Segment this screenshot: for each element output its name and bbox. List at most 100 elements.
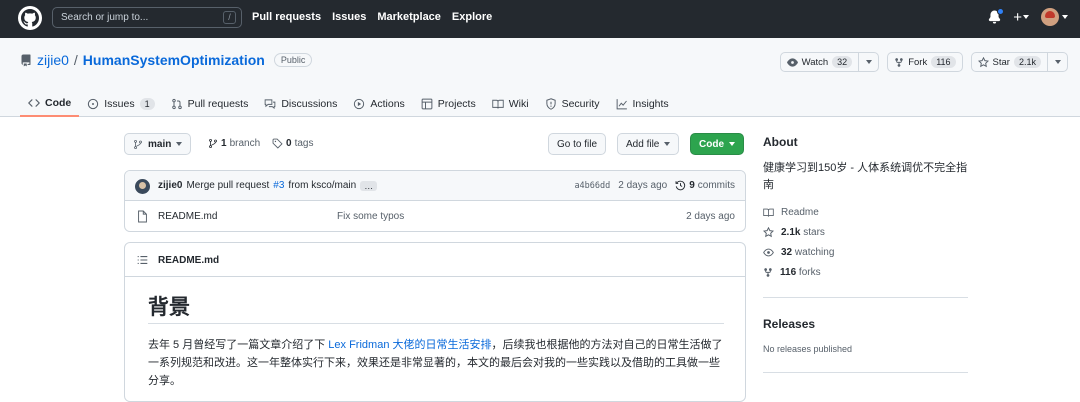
watching-count: 32 (781, 247, 793, 258)
list-icon[interactable] (137, 255, 148, 265)
search-shortcut-hint: / (223, 11, 236, 24)
user-menu[interactable] (1041, 8, 1068, 26)
code-button[interactable]: Code (690, 133, 744, 155)
chevron-down-icon (1023, 15, 1029, 19)
forks-link[interactable]: 116 forks (763, 266, 834, 279)
commit-author[interactable]: zijie0 (158, 180, 182, 191)
branches-link[interactable]: 1 branch (208, 138, 260, 149)
eye-icon (763, 247, 774, 258)
issue-icon (87, 98, 99, 110)
tab-label: Discussions (281, 97, 338, 110)
avatar[interactable] (135, 179, 150, 194)
forks-count: 116 (780, 267, 797, 278)
plus-icon: + (1013, 8, 1022, 26)
chevron-down-icon (729, 142, 735, 146)
repo-name-link[interactable]: HumanSystemOptimization (83, 52, 265, 68)
star-icon (763, 227, 774, 238)
tab-insights[interactable]: Insights (608, 90, 677, 117)
tab-pull-requests[interactable]: Pull requests (163, 90, 257, 117)
sidebar-divider (763, 372, 968, 373)
readme-label: Readme (781, 207, 819, 218)
search-input[interactable]: Search or jump to... / (52, 7, 242, 28)
tag-count: 0 (286, 138, 292, 149)
nav-explore[interactable]: Explore (452, 11, 492, 23)
file-list: zijie0 Merge pull request #3 from ksco/m… (124, 170, 746, 232)
add-file-button[interactable]: Add file (617, 133, 680, 155)
fork-icon (763, 267, 773, 278)
global-nav: Pull requests Issues Marketplace Explore (252, 11, 492, 23)
tab-count: 1 (139, 97, 155, 110)
tab-issues[interactable]: Issues 1 (79, 90, 162, 117)
tab-label: Pull requests (187, 97, 249, 110)
file-row[interactable]: README.md Fix some typos 2 days ago (125, 201, 745, 231)
history-icon (675, 180, 686, 191)
fork-icon (894, 57, 904, 68)
fork-button[interactable]: Fork 116 (887, 52, 963, 72)
watch-dropdown[interactable] (858, 52, 873, 72)
commit-message: zijie0 Merge pull request #3 from ksco/m… (158, 180, 378, 191)
github-logo-icon[interactable] (18, 6, 42, 30)
table-icon (421, 98, 433, 110)
commit-sha[interactable]: a4b66dd (574, 181, 610, 191)
chevron-down-icon (866, 60, 873, 64)
releases-heading[interactable]: Releases (763, 317, 815, 331)
repo-icon (20, 54, 32, 67)
repo-owner-link[interactable]: zijie0 (37, 52, 69, 68)
chevron-down-icon (176, 142, 183, 146)
graph-icon (616, 98, 628, 110)
unread-dot (997, 8, 1005, 15)
tab-wiki[interactable]: Wiki (484, 90, 537, 117)
readme-link[interactable]: Readme (763, 206, 834, 219)
forks-label: forks (798, 267, 821, 278)
file-commit-message[interactable]: Fix some typos (337, 211, 404, 222)
about-heading: About (763, 135, 798, 149)
chevron-down-icon (664, 142, 671, 146)
go-to-file-label: Go to file (557, 138, 598, 150)
nav-issues[interactable]: Issues (332, 11, 366, 23)
chevron-down-icon (1055, 60, 1061, 64)
star-button[interactable]: Star 2.1k (970, 52, 1068, 72)
commit-time: 2 days ago (618, 180, 668, 191)
go-to-file-button[interactable]: Go to file (548, 133, 607, 155)
code-button-label: Code (699, 138, 724, 150)
nav-pull-requests[interactable]: Pull requests (252, 11, 321, 23)
tab-discussions[interactable]: Discussions (256, 90, 345, 117)
tags-link[interactable]: 0 tags (272, 138, 313, 149)
watching-link[interactable]: 32 watching (763, 246, 834, 259)
star-label: Star (992, 56, 1010, 68)
branch-label: branch (229, 138, 261, 149)
notifications-bell-icon[interactable] (988, 8, 1005, 24)
commit-message-prefix[interactable]: Merge pull request (186, 180, 269, 191)
repo-title: zijie0 / HumanSystemOptimization Public (20, 52, 313, 68)
play-icon (353, 98, 365, 110)
tab-projects[interactable]: Projects (413, 90, 484, 117)
about-stats: Readme 2.1k stars 32 watching 116 forks (763, 206, 834, 279)
create-new-dropdown[interactable]: + (1013, 10, 1029, 25)
commit-pr-link[interactable]: #3 (273, 180, 284, 191)
stars-count: 2.1k (781, 227, 801, 238)
file-icon (137, 210, 148, 223)
file-name[interactable]: README.md (158, 211, 217, 222)
chevron-down-icon (1062, 15, 1068, 19)
star-dropdown[interactable] (1047, 52, 1061, 72)
tab-actions[interactable]: Actions (345, 90, 412, 117)
nav-marketplace[interactable]: Marketplace (377, 11, 441, 23)
readme-link[interactable]: Lex Fridman 大佬的日常生活安排 (328, 339, 491, 351)
branch-icon (133, 139, 143, 150)
branch-select-button[interactable]: main (124, 133, 192, 155)
tab-label: Insights (632, 97, 669, 110)
branch-bar: main 1 branch 0 tags Go to file Add file… (124, 133, 746, 155)
readme-text-before: 去年 5 月曾经写了一篇文章介绍了下 (148, 339, 329, 351)
repo-separator: / (73, 52, 78, 68)
book-icon (763, 207, 774, 218)
stars-link[interactable]: 2.1k stars (763, 226, 834, 239)
watch-button[interactable]: Watch 32 (779, 52, 880, 72)
tab-security[interactable]: Security (537, 90, 608, 117)
commit-message-suffix[interactable]: from ksco/main (288, 180, 356, 191)
expand-commit-button[interactable]: … (360, 180, 378, 191)
repo-header: zijie0 / HumanSystemOptimization Public … (0, 38, 1080, 117)
commits-link[interactable]: 9 commits (675, 180, 735, 191)
fork-label: Fork (908, 56, 928, 68)
readme-filename[interactable]: README.md (158, 255, 219, 266)
tab-code[interactable]: Code (20, 90, 80, 117)
